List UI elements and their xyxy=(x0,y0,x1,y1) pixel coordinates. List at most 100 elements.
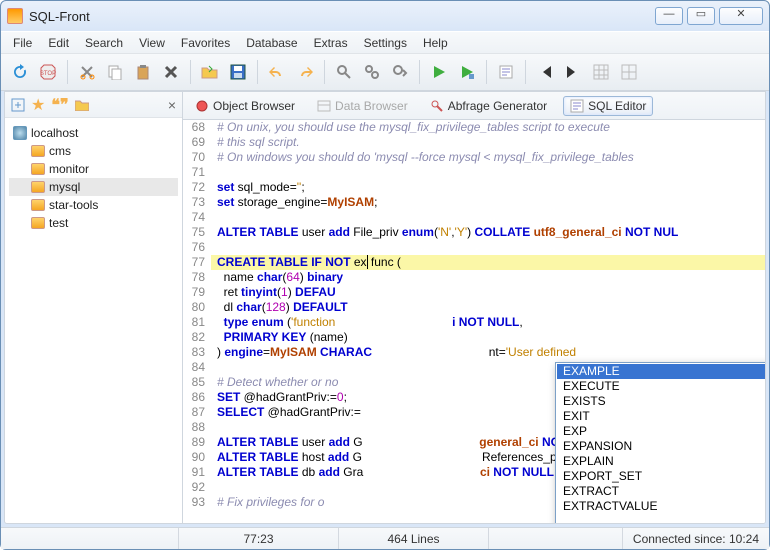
autocomplete-item[interactable]: EXP xyxy=(557,424,766,439)
star-icon[interactable]: ★ xyxy=(31,95,45,115)
cut-button[interactable] xyxy=(74,59,100,85)
last-button[interactable] xyxy=(560,59,586,85)
autocomplete-item[interactable]: EXAMPLE xyxy=(557,364,766,379)
editor-tabs: Object Browser Data Browser Abfrage Gene… xyxy=(183,92,765,120)
code-line[interactable]: 83) engine=MyISAM CHARAC nt='User define… xyxy=(183,345,765,360)
paste-button[interactable] xyxy=(130,59,156,85)
find-button[interactable] xyxy=(331,59,357,85)
tab-sql-editor[interactable]: SQL Editor xyxy=(563,96,653,116)
code-content[interactable]: ret tinyint(1) DEFAU xyxy=(211,285,765,300)
status-mid xyxy=(489,528,623,549)
autocomplete-item[interactable]: EXPANSION xyxy=(557,439,766,454)
code-line[interactable]: 68# On unix, you should use the mysql_fi… xyxy=(183,120,765,135)
code-line[interactable]: 71 xyxy=(183,165,765,180)
code-line[interactable]: 82 PRIMARY KEY (name) xyxy=(183,330,765,345)
code-line[interactable]: 73set storage_engine=MyISAM; xyxy=(183,195,765,210)
code-content[interactable]: name char(64) binary xyxy=(211,270,765,285)
maximize-button[interactable]: ▭ xyxy=(687,7,715,25)
copy-button[interactable] xyxy=(102,59,128,85)
tree-db[interactable]: mysql xyxy=(9,178,178,196)
gutter: 78 xyxy=(183,270,211,285)
bookmark-icon[interactable] xyxy=(11,98,25,112)
code-line[interactable]: 69# this sql script. xyxy=(183,135,765,150)
autocomplete-item[interactable]: EXIT xyxy=(557,409,766,424)
code-line[interactable]: 77CREATE TABLE IF NOT ex func ( xyxy=(183,255,765,270)
db-tree[interactable]: localhost cms monitor mysql star-tools t… xyxy=(5,118,182,238)
tree-db[interactable]: test xyxy=(9,214,178,232)
autocomplete-item[interactable]: EXPORT_SET xyxy=(557,469,766,484)
code-content[interactable]: ) engine=MyISAM CHARAC nt='User defined xyxy=(211,345,765,360)
menu-help[interactable]: Help xyxy=(415,34,456,52)
code-line[interactable]: 81 type enum ('function i NOT NULL, xyxy=(183,315,765,330)
code-content[interactable]: # On unix, you should use the mysql_fix_… xyxy=(211,120,765,135)
delete-button[interactable] xyxy=(158,59,184,85)
stop-button[interactable]: STOP xyxy=(35,59,61,85)
quote-icon[interactable]: ❝❞ xyxy=(51,95,68,115)
menu-search[interactable]: Search xyxy=(77,34,131,52)
code-content[interactable]: # On windows you should do 'mysql --forc… xyxy=(211,150,765,165)
code-content[interactable] xyxy=(211,210,765,225)
code-content[interactable]: ALTER TABLE user add File_priv enum('N',… xyxy=(211,225,765,240)
grid2-button[interactable] xyxy=(616,59,642,85)
gutter: 69 xyxy=(183,135,211,150)
database-icon xyxy=(31,181,45,193)
autocomplete-item[interactable]: EXPLAIN xyxy=(557,454,766,469)
refresh-button[interactable] xyxy=(7,59,33,85)
menu-view[interactable]: View xyxy=(131,34,173,52)
replace-button[interactable] xyxy=(359,59,385,85)
code-content[interactable]: PRIMARY KEY (name) xyxy=(211,330,765,345)
code-content[interactable]: dl char(128) DEFAULT xyxy=(211,300,765,315)
code-line[interactable]: 76 xyxy=(183,240,765,255)
code-content[interactable]: set storage_engine=MyISAM; xyxy=(211,195,765,210)
code-content[interactable] xyxy=(211,240,765,255)
tab-abfrage-generator[interactable]: Abfrage Generator xyxy=(424,97,553,115)
code-content[interactable]: CREATE TABLE IF NOT ex func ( xyxy=(211,255,765,270)
autocomplete-item[interactable]: EXISTS xyxy=(557,394,766,409)
sql-icon xyxy=(570,99,584,113)
tree-db[interactable]: star-tools xyxy=(9,196,178,214)
run-selection-button[interactable] xyxy=(454,59,480,85)
tab-object-browser[interactable]: Object Browser xyxy=(189,97,301,115)
folder-icon[interactable] xyxy=(75,99,89,111)
code-content[interactable]: # this sql script. xyxy=(211,135,765,150)
menu-file[interactable]: File xyxy=(5,34,40,52)
open-button[interactable] xyxy=(197,59,223,85)
undo-button[interactable] xyxy=(264,59,290,85)
code-line[interactable]: 78 name char(64) binary xyxy=(183,270,765,285)
tree-db[interactable]: cms xyxy=(9,142,178,160)
minimize-button[interactable]: — xyxy=(655,7,683,25)
code-line[interactable]: 74 xyxy=(183,210,765,225)
autocomplete-popup[interactable]: EXAMPLEEXECUTEEXISTSEXITEXPEXPANSIONEXPL… xyxy=(555,362,766,524)
code-content[interactable]: type enum ('function i NOT NULL, xyxy=(211,315,765,330)
script-button[interactable] xyxy=(493,59,519,85)
code-line[interactable]: 70# On windows you should do 'mysql --fo… xyxy=(183,150,765,165)
code-line[interactable]: 72set sql_mode=''; xyxy=(183,180,765,195)
code-line[interactable]: 79 ret tinyint(1) DEFAU xyxy=(183,285,765,300)
find-next-button[interactable] xyxy=(387,59,413,85)
grid1-button[interactable] xyxy=(588,59,614,85)
redo-button[interactable] xyxy=(292,59,318,85)
menu-favorites[interactable]: Favorites xyxy=(173,34,238,52)
save-button[interactable] xyxy=(225,59,251,85)
titlebar[interactable]: SQL-Front — ▭ ✕ xyxy=(1,1,769,31)
first-button[interactable] xyxy=(532,59,558,85)
code-line[interactable]: 75ALTER TABLE user add File_priv enum('N… xyxy=(183,225,765,240)
tree-db[interactable]: monitor xyxy=(9,160,178,178)
autocomplete-item[interactable]: EXTRACT xyxy=(557,484,766,499)
code-content[interactable]: set sql_mode=''; xyxy=(211,180,765,195)
menu-edit[interactable]: Edit xyxy=(40,34,77,52)
tab-data-browser[interactable]: Data Browser xyxy=(311,97,414,115)
status-connection: Connected since: 10:24 xyxy=(623,528,769,549)
run-button[interactable] xyxy=(426,59,452,85)
menu-extras[interactable]: Extras xyxy=(306,34,356,52)
menu-database[interactable]: Database xyxy=(238,34,305,52)
tree-host[interactable]: localhost xyxy=(9,124,178,142)
autocomplete-item[interactable]: EXECUTE xyxy=(557,379,766,394)
code-line[interactable]: 80 dl char(128) DEFAULT xyxy=(183,300,765,315)
database-icon xyxy=(31,217,45,229)
sidebar-close-button[interactable]: × xyxy=(168,97,176,113)
close-button[interactable]: ✕ xyxy=(719,7,763,25)
autocomplete-item[interactable]: EXTRACTVALUE xyxy=(557,499,766,514)
code-content[interactable] xyxy=(211,165,765,180)
menu-settings[interactable]: Settings xyxy=(356,34,415,52)
